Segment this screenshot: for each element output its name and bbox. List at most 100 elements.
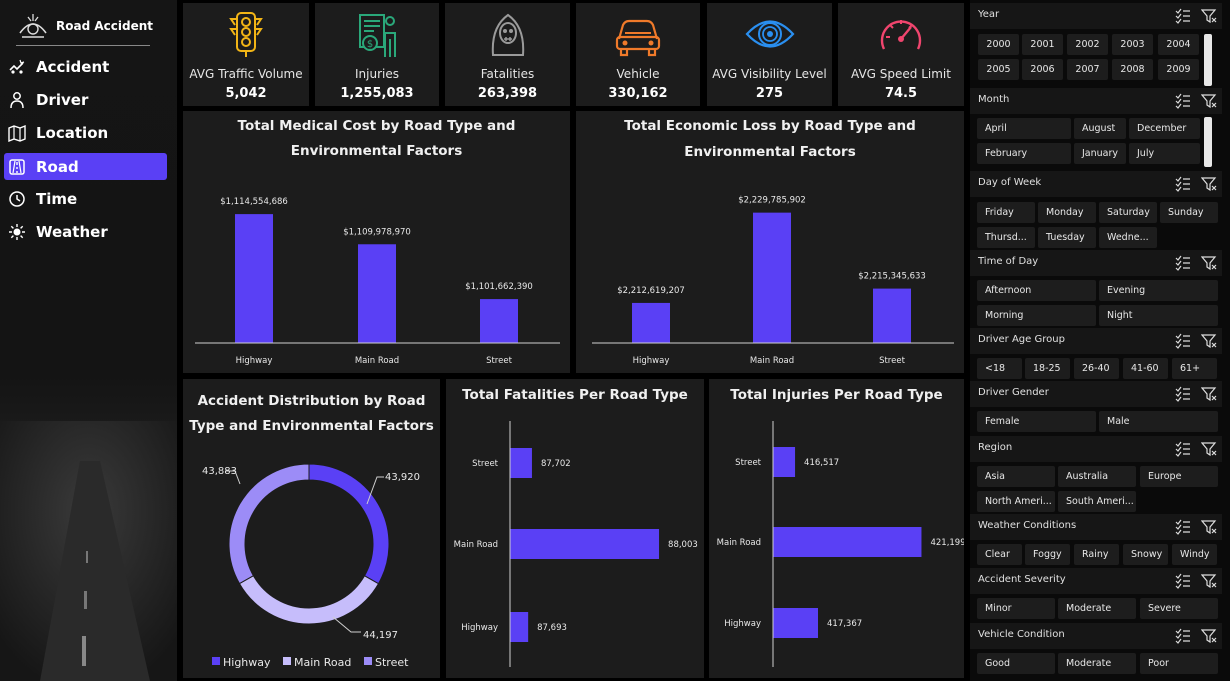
select-all-icon[interactable]: [1175, 8, 1191, 24]
slicer-option[interactable]: 2005: [978, 59, 1019, 80]
insurance-claim-icon: $: [359, 14, 396, 57]
slicer-scrollbar[interactable]: [1204, 34, 1212, 86]
slicer-option[interactable]: Good: [977, 653, 1055, 674]
slicer-option[interactable]: January: [1074, 143, 1126, 164]
slicer-option[interactable]: Poor: [1140, 653, 1218, 674]
clear-filter-icon[interactable]: [1201, 333, 1217, 349]
clear-filter-icon[interactable]: [1201, 519, 1217, 535]
select-all-icon[interactable]: [1175, 519, 1191, 535]
nav-item-driver[interactable]: Driver: [4, 86, 167, 113]
slicer-option[interactable]: December: [1129, 118, 1200, 139]
select-all-icon[interactable]: [1175, 255, 1191, 271]
slicer-option[interactable]: Evening: [1099, 280, 1218, 301]
slicer-scrollbar[interactable]: [1204, 117, 1212, 167]
slicer-option[interactable]: Minor: [977, 598, 1055, 619]
slicer-option[interactable]: 26-40: [1074, 358, 1119, 379]
slicer-option[interactable]: Morning: [977, 305, 1096, 326]
select-all-icon[interactable]: [1175, 93, 1191, 109]
slicer-option[interactable]: Snowy: [1123, 544, 1168, 565]
slicer-option[interactable]: Australia: [1058, 466, 1136, 487]
kpi-label: AVG Speed Limit: [851, 67, 951, 81]
slicer-option[interactable]: 2007: [1067, 59, 1108, 80]
brand-name: Road Accident: [56, 19, 153, 33]
slicer-option[interactable]: 2006: [1022, 59, 1063, 80]
slicer-option[interactable]: 2004: [1158, 34, 1199, 55]
bar: [235, 214, 273, 343]
clear-filter-icon[interactable]: [1201, 255, 1217, 271]
select-all-icon[interactable]: [1175, 333, 1191, 349]
slicer-header: Weather Conditions: [970, 514, 1222, 540]
select-all-icon[interactable]: [1175, 176, 1191, 192]
slicer-option[interactable]: Night: [1099, 305, 1218, 326]
slicer-option[interactable]: 2000: [978, 34, 1019, 55]
slicer-title: Year: [978, 9, 1000, 20]
bar: [773, 527, 922, 557]
clear-filter-icon[interactable]: [1201, 573, 1217, 589]
data-label: $2,229,785,902: [738, 196, 806, 206]
slicer-option[interactable]: <18: [977, 358, 1022, 379]
category-label: Street: [486, 356, 512, 366]
slicer-option[interactable]: Thursd...: [977, 227, 1035, 248]
nav-item-road[interactable]: Road: [4, 153, 167, 180]
slicer-option[interactable]: Foggy: [1025, 544, 1070, 565]
slicer-option[interactable]: Afternoon: [977, 280, 1096, 301]
data-label: $1,114,554,686: [220, 197, 288, 207]
slicer-option[interactable]: 18-25: [1025, 358, 1070, 379]
select-all-icon[interactable]: [1175, 573, 1191, 589]
slicer-option[interactable]: Asia: [977, 466, 1055, 487]
slicer-option[interactable]: 2009: [1158, 59, 1199, 80]
slicer-title: Region: [978, 442, 1013, 453]
bar: [773, 447, 796, 477]
slicer-option[interactable]: Moderate: [1058, 598, 1136, 619]
category-label: Highway: [461, 623, 498, 633]
slicer-option[interactable]: South Ameri...: [1058, 491, 1136, 512]
clear-filter-icon[interactable]: [1201, 93, 1217, 109]
nav-item-weather[interactable]: Weather: [4, 218, 167, 245]
slicer-option[interactable]: April: [977, 118, 1071, 139]
nav-item-time[interactable]: Time: [4, 185, 167, 212]
bar: [510, 448, 532, 478]
slicer-option[interactable]: February: [977, 143, 1071, 164]
clear-filter-icon[interactable]: [1201, 8, 1217, 24]
slicer-option[interactable]: Wedne...: [1099, 227, 1157, 248]
clear-filter-icon[interactable]: [1201, 386, 1217, 402]
slicer-option[interactable]: August: [1074, 118, 1126, 139]
slicer-option[interactable]: July: [1129, 143, 1200, 164]
slicer-option[interactable]: North Ameri...: [977, 491, 1055, 512]
slicer-option[interactable]: Tuesday: [1038, 227, 1096, 248]
slicer-option[interactable]: Friday: [977, 202, 1035, 223]
select-all-icon[interactable]: [1175, 386, 1191, 402]
kpi-label: Injuries: [355, 67, 399, 81]
select-all-icon[interactable]: [1175, 441, 1191, 457]
slicer-option[interactable]: Clear: [977, 544, 1022, 565]
slicer-option[interactable]: 2001: [1022, 34, 1063, 55]
kpi-label: AVG Visibility Level: [712, 67, 827, 81]
slicer-option[interactable]: Windy: [1172, 544, 1217, 565]
slicer-option[interactable]: Saturday: [1099, 202, 1157, 223]
select-all-icon[interactable]: [1175, 628, 1191, 644]
slicer-option[interactable]: Sunday: [1160, 202, 1218, 223]
brand: Road Accident: [16, 10, 153, 42]
slicer-option[interactable]: Moderate: [1058, 653, 1136, 674]
slicer-option[interactable]: Rainy: [1074, 544, 1119, 565]
slicer-option[interactable]: Male: [1099, 411, 1218, 432]
slicer-option[interactable]: 61+: [1172, 358, 1217, 379]
clear-filter-icon[interactable]: [1201, 441, 1217, 457]
slicer-option[interactable]: 41-60: [1123, 358, 1168, 379]
slicer-option[interactable]: Severe: [1140, 598, 1218, 619]
slicer-option[interactable]: Monday: [1038, 202, 1096, 223]
slicer-option[interactable]: Female: [977, 411, 1096, 432]
speedometer-icon: [880, 20, 922, 50]
slicer-header: Time of Day: [970, 250, 1222, 276]
slicer-option[interactable]: 2002: [1067, 34, 1108, 55]
clear-filter-icon[interactable]: [1201, 176, 1217, 192]
nav-item-location[interactable]: Location: [4, 119, 167, 146]
kpi-value: 263,398: [477, 86, 538, 101]
slicer-option[interactable]: 2003: [1112, 34, 1153, 55]
category-label: Main Road: [750, 356, 794, 366]
clear-filter-icon[interactable]: [1201, 628, 1217, 644]
slicer-option[interactable]: 2008: [1112, 59, 1153, 80]
slicer-option[interactable]: Europe: [1140, 466, 1218, 487]
nav-item-accident[interactable]: Accident: [4, 53, 167, 80]
kpi-value: 74.5: [884, 86, 918, 101]
